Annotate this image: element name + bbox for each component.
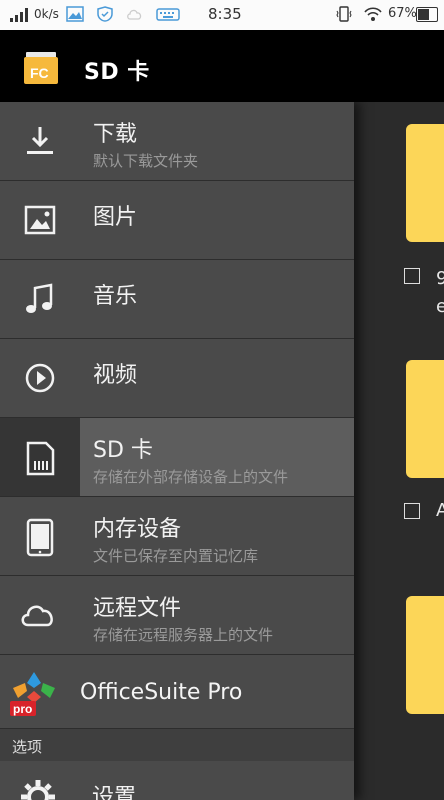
app-logo-icon[interactable]: FC <box>24 52 58 84</box>
shield-icon <box>97 6 113 22</box>
drawer-item-label: 下载 <box>93 122 138 147</box>
drawer-item-label: SD 卡 <box>93 438 153 463</box>
cloud-icon <box>21 605 53 627</box>
drawer-item-officesuite[interactable]: pro OfficeSuite Pro <box>0 659 354 729</box>
page-title: SD 卡 <box>84 60 150 85</box>
battery-level <box>418 9 430 20</box>
drawer-item-label: 图片 <box>93 205 138 230</box>
gallery-icon <box>66 6 84 22</box>
drawer-item-label: 视频 <box>93 363 138 388</box>
drawer-item-sd-card[interactable]: SD 卡 存储在外部存储设备上的文件 <box>0 418 354 497</box>
pro-badge: pro <box>13 702 32 716</box>
drawer-item-label: 远程文件 <box>93 596 182 621</box>
app-logo-text: FC <box>30 65 49 81</box>
drawer-item-video[interactable]: 视频 <box>0 339 354 418</box>
drawer-item-label: 内存设备 <box>93 517 182 542</box>
drawer-item-label: 设置 <box>92 785 137 800</box>
network-speed: 0k/s <box>34 7 59 21</box>
file-name: A <box>436 500 444 521</box>
drawer-item-remote-files[interactable]: 远程文件 存储在远程服务器上的文件 <box>0 576 354 655</box>
status-bar: 0k/s 8:35 67% <box>0 0 444 30</box>
app-header: FC SD 卡 <box>0 30 444 102</box>
wifi-icon <box>364 7 382 21</box>
drawer-item-label: 音乐 <box>93 284 138 309</box>
drawer-item-subtitle: 存储在外部存储设备上的文件 <box>93 468 289 486</box>
drawer-item-images[interactable]: 图片 <box>0 181 354 260</box>
sd-card-icon <box>26 441 55 476</box>
keyboard-icon <box>156 8 180 21</box>
drawer-item-subtitle: 默认下载文件夹 <box>93 152 199 170</box>
play-circle-icon <box>25 363 55 393</box>
drawer-item-music[interactable]: 音乐 <box>0 260 354 339</box>
officesuite-logo-icon: pro <box>10 672 55 716</box>
file-card[interactable] <box>406 596 444 714</box>
file-card[interactable] <box>406 124 444 242</box>
music-icon <box>26 283 53 313</box>
drawer-item-subtitle: 文件已保存至内置记忆库 <box>93 547 259 565</box>
cloud-status-icon <box>127 9 142 20</box>
file-checkbox[interactable] <box>404 268 420 284</box>
file-name: 9 e <box>436 268 444 317</box>
vibrate-icon <box>336 6 352 22</box>
signal-icon <box>10 8 28 22</box>
download-icon <box>27 127 53 154</box>
battery-percent: 67% <box>388 6 417 21</box>
file-card[interactable] <box>406 360 444 478</box>
gear-icon <box>21 780 55 800</box>
main-content: 9 e A <box>340 102 444 800</box>
drawer-item-download[interactable]: 下载 默认下载文件夹 <box>0 102 354 181</box>
image-icon <box>24 205 56 235</box>
drawer-item-internal-storage[interactable]: 内存设备 文件已保存至内置记忆库 <box>0 497 354 576</box>
clock: 8:35 <box>208 5 242 23</box>
section-title: 选项 <box>12 738 43 756</box>
battery-icon <box>416 7 438 22</box>
tablet-icon <box>26 518 54 557</box>
screen: 0k/s 8:35 67% FC SD 卡 9 e A 下载 默认下载文件夹 图… <box>0 0 444 800</box>
drawer-item-label: OfficeSuite Pro <box>80 680 243 705</box>
drawer-item-settings[interactable]: 设置 <box>0 761 354 800</box>
navigation-drawer: 下载 默认下载文件夹 图片 音乐 视频 SD 卡 存储在外部存储设备上的文件 内… <box>0 102 354 800</box>
drawer-item-subtitle: 存储在远程服务器上的文件 <box>93 626 274 644</box>
file-checkbox[interactable] <box>404 503 420 519</box>
section-header: 选项 <box>0 729 354 761</box>
